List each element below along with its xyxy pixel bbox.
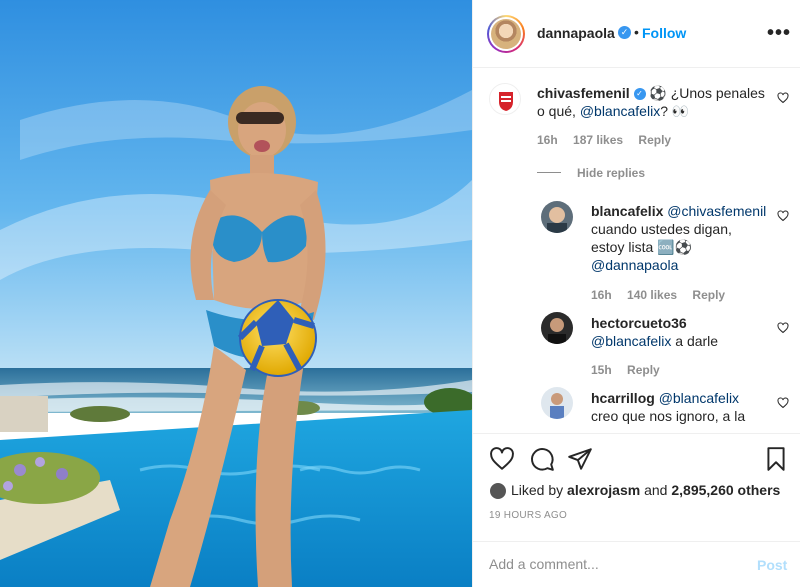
comment-meta: 16h 187 likes Reply [537,133,683,147]
blancafelix-avatar[interactable] [541,201,573,233]
post-side-panel: dannapaola ✓ • Follow ••• chivasfemenil … [472,0,800,587]
reply-meta: 16h 140 likes Reply [591,288,737,302]
comment-likes[interactable]: 187 likes [573,133,623,147]
post-photo[interactable] [0,0,472,587]
add-comment-bar: Post [473,541,800,587]
post-actions: Liked by alexrojasm and 2,895,260 others… [473,433,800,587]
reply-username[interactable]: blancafelix [591,203,663,219]
reply-text: hectorcueto36 @blancafelix a darle [591,314,769,350]
header-separator: • [634,24,639,40]
chivas-avatar[interactable] [489,83,521,115]
likes-middle: and [640,482,672,498]
reply-likes[interactable]: 140 likes [627,288,677,302]
comment-icon[interactable] [529,446,555,472]
reply-button[interactable]: Reply [627,363,660,377]
beach-pool-photo [0,0,472,587]
like-comment-heart-icon[interactable] [777,92,789,104]
reply-button[interactable]: Reply [692,288,725,302]
like-reply-heart-icon[interactable] [777,210,789,222]
likes-count[interactable]: 2,895,260 others [671,482,780,498]
author-username[interactable]: dannapaola [537,25,615,41]
like-reply-heart-icon[interactable] [777,322,789,334]
verified-badge-icon: ✓ [618,26,631,39]
liker-username[interactable]: alexrojasm [567,482,640,498]
reply-time: 15h [591,363,612,377]
heart-icon[interactable] [489,446,515,472]
liker-avatar[interactable] [489,482,507,501]
post-comment-button[interactable]: Post [757,557,787,573]
reply-button[interactable]: Reply [638,133,671,147]
share-icon[interactable] [567,446,593,472]
reply-body: cuando ustedes digan, estoy lista 🆒⚽ [591,221,732,255]
follow-button[interactable]: Follow [642,25,686,41]
likes-summary: Liked by alexrojasm and 2,895,260 others [489,482,780,501]
replies-divider [537,172,561,173]
reply-time: 16h [591,288,612,302]
reply-meta: 15h Reply [591,363,672,377]
comment-text: chivasfemenil ✓ ⚽ ¿Unos penales o qué, @… [537,84,765,120]
comment-time: 16h [537,133,558,147]
comment-input[interactable] [489,556,729,572]
hcarrillog-avatar[interactable] [541,387,573,419]
hectorcueto36-avatar[interactable] [541,312,573,344]
reply-username[interactable]: hcarrillog [591,390,655,406]
more-options-icon[interactable]: ••• [767,22,791,45]
reply-mention-2[interactable]: @dannapaola [591,257,678,273]
post-timestamp[interactable]: 19 HOURS AGO [489,510,567,521]
reply-username[interactable]: hectorcueto36 [591,315,687,331]
comment-username[interactable]: chivasfemenil [537,85,630,101]
hide-replies-button[interactable]: Hide replies [577,166,645,180]
post-header: dannapaola ✓ • Follow ••• [473,0,800,68]
comments-list[interactable]: chivasfemenil ✓ ⚽ ¿Unos penales o qué, @… [473,69,800,433]
reply-mention[interactable]: @blancafelix [591,333,671,349]
like-reply-heart-icon[interactable] [777,397,789,409]
bookmark-icon[interactable] [763,446,789,472]
reply-mention[interactable]: @blancafelix [659,390,739,406]
reply-mention[interactable]: @chivasfemenil [667,203,766,219]
reply-text: blancafelix @chivasfemenil cuando ustede… [591,202,769,274]
likes-prefix: Liked by [511,482,568,498]
reply-text: hcarrillog @blancafelix creo que nos ign… [591,389,769,425]
comment-mention[interactable]: @blancafelix [580,103,660,119]
comment-body-end: ? 👀 [660,103,690,119]
author-avatar[interactable] [487,15,525,53]
reply-body: creo que nos ignoro, a la [591,408,746,424]
reply-body: a darle [671,333,719,349]
verified-badge-icon: ✓ [633,88,646,101]
